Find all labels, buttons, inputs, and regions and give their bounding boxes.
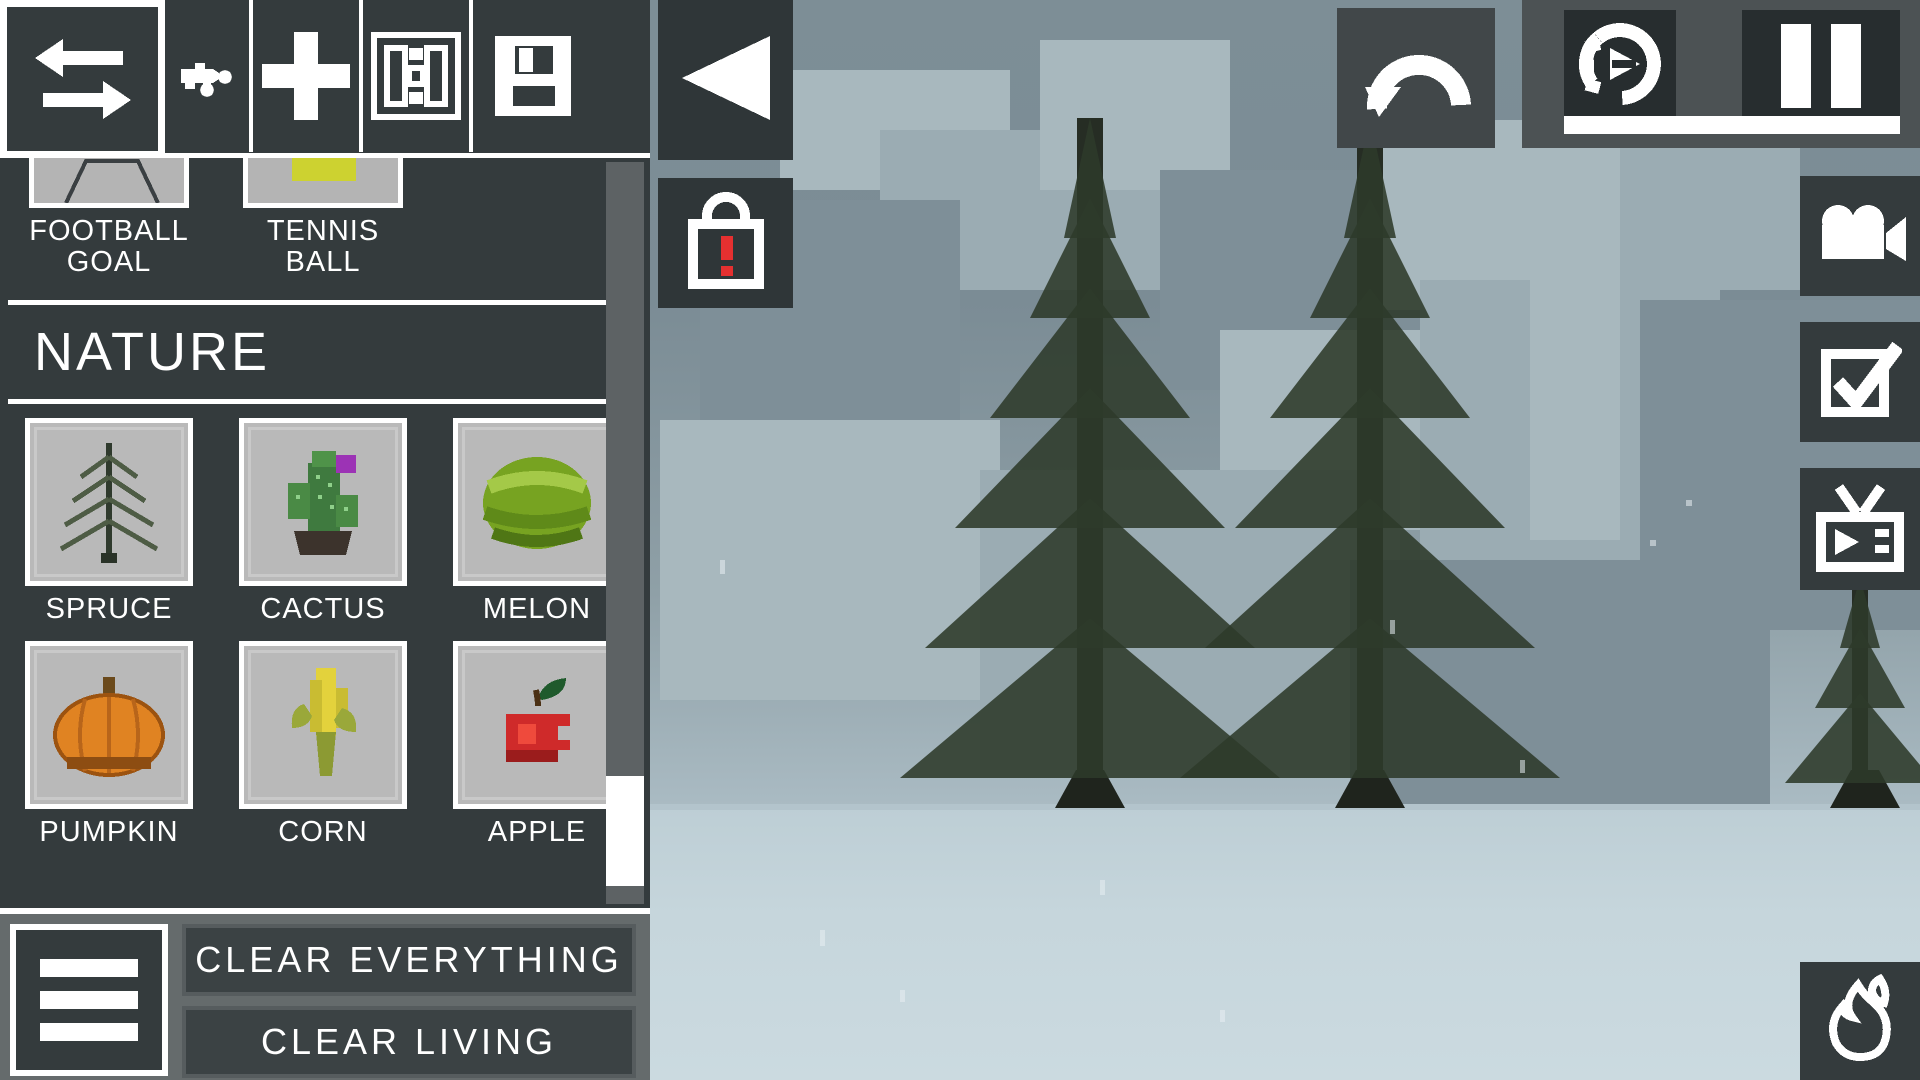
clear-living-button[interactable]: CLEAR LIVING bbox=[182, 1006, 636, 1078]
tool-pick[interactable] bbox=[165, 0, 253, 152]
pause-icon bbox=[1781, 24, 1811, 108]
melon-icon bbox=[453, 418, 621, 586]
video-camera-icon bbox=[1814, 201, 1906, 272]
item-cactus[interactable]: CACTUS bbox=[230, 418, 416, 625]
snowflake bbox=[1220, 1010, 1225, 1022]
item-browser: FOOTBALL GOAL TENNIS BALL NATURE SPRUCE … bbox=[0, 158, 650, 908]
bottom-action-bar: CLEAR EVERYTHING CLEAR LIVING bbox=[0, 908, 650, 1080]
apple-icon bbox=[453, 641, 621, 809]
fire-tool-button[interactable] bbox=[1800, 962, 1920, 1080]
item-label: APPLE bbox=[487, 816, 587, 848]
item-label: CACTUS bbox=[260, 593, 386, 625]
speed-dial-play-icon bbox=[1578, 22, 1662, 111]
tool-swap[interactable] bbox=[0, 0, 165, 158]
tennis-ball-icon bbox=[243, 158, 403, 208]
snowflake bbox=[720, 560, 725, 574]
item-spruce[interactable]: SPRUCE bbox=[16, 418, 202, 625]
snowflake bbox=[1520, 760, 1525, 773]
item-label: PUMPKIN bbox=[39, 816, 179, 848]
triangle-left-icon bbox=[674, 32, 778, 129]
item-corn[interactable]: CORN bbox=[230, 641, 416, 848]
layout-panels-icon bbox=[371, 32, 461, 120]
football-goal-icon bbox=[29, 158, 189, 208]
display-button[interactable] bbox=[1800, 468, 1920, 590]
lock-alert-icon bbox=[683, 191, 769, 295]
select-button[interactable] bbox=[1800, 322, 1920, 442]
item-pumpkin[interactable]: PUMPKIN bbox=[16, 641, 202, 848]
eyedropper-icon bbox=[179, 51, 235, 101]
section-title: NATURE bbox=[34, 322, 271, 382]
collapse-panel-button[interactable] bbox=[658, 0, 793, 160]
snowflake bbox=[820, 930, 825, 946]
cactus-icon bbox=[239, 418, 407, 586]
undo-button[interactable] bbox=[1337, 8, 1495, 148]
snowflake bbox=[1100, 880, 1105, 895]
flame-icon bbox=[1822, 973, 1898, 1070]
playback-controls bbox=[1522, 0, 1920, 148]
browser-scrollbar-thumb[interactable] bbox=[606, 776, 644, 886]
item-grid: SPRUCE CACTUS MELON PUMPKIN CORN APPLE bbox=[0, 404, 650, 864]
corn-icon bbox=[239, 641, 407, 809]
swap-arrows-icon bbox=[31, 33, 135, 125]
browser-item-label: TENNIS BALL bbox=[266, 215, 380, 278]
lock-button[interactable] bbox=[658, 178, 793, 308]
menu-button[interactable] bbox=[10, 924, 168, 1076]
item-label: SPRUCE bbox=[45, 593, 173, 625]
snowflake bbox=[1390, 620, 1395, 634]
undo-arrow-icon bbox=[1361, 33, 1471, 124]
browser-scrollbar-track[interactable] bbox=[606, 162, 644, 904]
pause-icon bbox=[1831, 24, 1861, 108]
tv-broadcast-icon bbox=[1815, 481, 1905, 578]
spruce-tree-icon bbox=[25, 418, 193, 586]
previous-category-row: FOOTBALL GOAL TENNIS BALL bbox=[0, 158, 650, 278]
time-progress-bar[interactable] bbox=[1564, 116, 1900, 134]
item-label: CORN bbox=[278, 816, 368, 848]
floppy-disk-icon bbox=[487, 30, 579, 122]
camera-button[interactable] bbox=[1800, 176, 1920, 296]
snowflake bbox=[900, 990, 905, 1002]
top-toolbar bbox=[0, 0, 650, 158]
pause-button[interactable] bbox=[1742, 10, 1900, 122]
plus-icon bbox=[258, 28, 354, 124]
checkbox-check-icon bbox=[1818, 338, 1904, 427]
spruce-tree bbox=[1180, 118, 1560, 808]
tool-layout[interactable] bbox=[363, 0, 473, 152]
item-label: MELON bbox=[482, 593, 592, 625]
tool-add[interactable] bbox=[253, 0, 363, 152]
browser-item-label: FOOTBALL GOAL bbox=[29, 215, 189, 278]
spruce-tree-small bbox=[1760, 578, 1920, 808]
clear-everything-button[interactable]: CLEAR EVERYTHING bbox=[182, 924, 636, 996]
hamburger-menu-icon bbox=[40, 959, 138, 1041]
tool-save[interactable] bbox=[473, 0, 593, 152]
pumpkin-icon bbox=[25, 641, 193, 809]
browser-item[interactable]: TENNIS BALL bbox=[230, 158, 416, 278]
snowflake bbox=[1686, 500, 1692, 506]
browser-item[interactable]: FOOTBALL GOAL bbox=[16, 158, 202, 278]
item-melon[interactable]: MELON bbox=[444, 418, 630, 625]
clear-actions: CLEAR EVERYTHING CLEAR LIVING bbox=[182, 924, 650, 1078]
speed-button[interactable] bbox=[1564, 10, 1676, 122]
snowflake bbox=[1650, 540, 1656, 546]
item-apple[interactable]: APPLE bbox=[444, 641, 630, 848]
